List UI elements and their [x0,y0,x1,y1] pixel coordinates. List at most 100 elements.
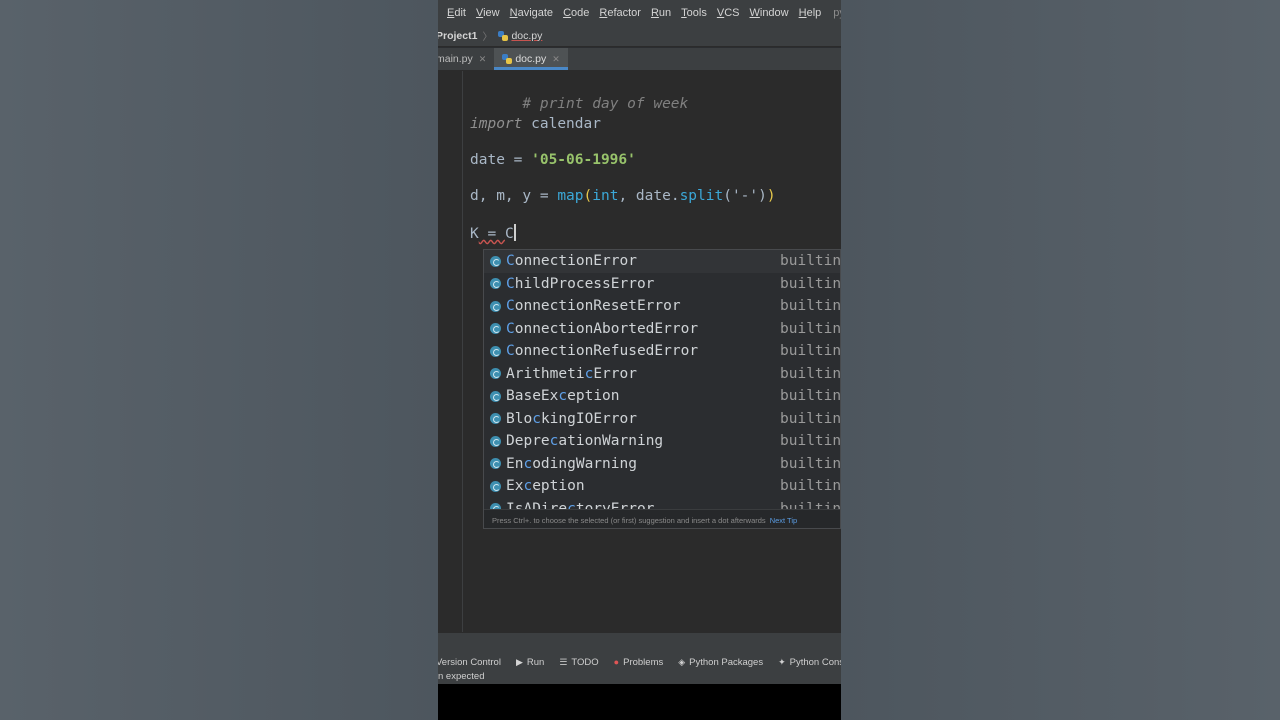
tool-label: Run [526,656,545,668]
class-icon [490,323,501,335]
completion-location: builtin [780,253,841,270]
completion-item[interactable]: BlockingIOError builtin [484,408,841,431]
completion-item[interactable]: ConnectionError builtin [484,250,841,273]
completion-item[interactable]: ConnectionResetError builtin [484,295,841,318]
completion-name: ConnectionRefusedError [506,343,699,360]
completion-location: builtin [780,343,841,360]
tab-main-py[interactable]: main.py ✕ [438,48,494,70]
breadcrumb-file[interactable]: doc.py [511,30,542,42]
completion-name: ChildProcessError [506,275,655,292]
menu-code[interactable]: Code [563,7,589,19]
assign-op: = [478,226,505,242]
completion-item[interactable]: BaseException builtin [484,385,841,408]
tool-version-control[interactable]: Version Control [438,657,501,668]
class-icon [490,390,501,402]
completion-location: builtin [780,275,841,292]
split-arg: ('-') [723,188,767,204]
code-line-4: d, m, y = map(int, date.split('-')) [470,188,776,204]
completion-location: builtin [780,433,841,450]
menu-edit[interactable]: Edit [447,7,466,19]
paren-close: ) [766,188,776,204]
bottom-letterbox [438,684,841,720]
menu-help[interactable]: Help [799,7,822,19]
close-icon[interactable]: ✕ [479,54,487,65]
chevron-right-icon: 〉 [482,32,493,43]
unpack-lhs: d, m, y = [470,188,558,204]
text-caret [513,224,516,241]
code-line-5: K = C [470,224,516,242]
completion-item[interactable]: ArithmeticError builtin [484,363,841,386]
completion-name: IsADirectoryError [506,500,655,509]
menu-vcs[interactable]: VCS [717,7,740,19]
completion-name: DeprecationWarning [506,433,664,450]
menu-run[interactable]: Run [651,7,671,19]
gutter-divider [462,71,463,632]
completion-name: EncodingWarning [506,455,637,472]
code-comment: # print day of week [522,96,689,112]
tool-label: Problems [623,656,664,668]
tool-label: Python Console [789,656,841,668]
completion-location: builtin [780,410,841,427]
breadcrumb-project[interactable]: Project1 [438,30,477,42]
menu-refactor[interactable]: Refactor [599,7,641,19]
completion-item[interactable]: Exception builtin [484,475,841,498]
tool-todo[interactable]: ☰ TODO [559,657,598,668]
completion-location: builtin [780,365,841,382]
completion-item[interactable]: EncodingWarning builtin [484,453,840,476]
completion-footer: Press Ctrl+. to choose the selected (or … [484,509,840,528]
error-icon: ● [613,657,620,667]
completion-name: BaseException [506,388,620,405]
completion-location: builtin [780,298,841,315]
completion-location: builtin [780,500,841,509]
paren-open: ( [583,188,593,204]
var-k: K [470,226,479,242]
tool-run[interactable]: ▶ Run [516,657,544,668]
completion-name: ArithmeticError [506,365,637,382]
completion-item[interactable]: ChildProcessError builtin [484,273,841,296]
class-icon [490,345,501,357]
python-file-icon [498,30,509,41]
completion-hint: Press Ctrl+. to choose the selected (or … [492,515,766,525]
python-console-icon: ✦ [778,656,786,667]
close-icon[interactable]: ✕ [552,54,560,65]
menu-navigate[interactable]: Navigate [510,7,553,19]
next-tip-link[interactable]: Next Tip [770,516,798,525]
tool-problems[interactable]: ● Problems [614,657,664,668]
code-line-2: import calendar [470,116,601,132]
completion-item[interactable]: ConnectionAbortedError builtin [484,318,841,341]
status-message: n expected [438,671,485,682]
completion-location: builtin [780,320,841,337]
menu-window[interactable]: Window [749,7,788,19]
completion-name: Exception [506,478,585,495]
completion-location: builtin [780,388,841,405]
module-name: calendar [531,116,601,132]
assign-date: date = [470,152,532,168]
keyword-import: import [470,116,523,132]
menu-view[interactable]: View [476,7,500,19]
builtin-int: int [592,188,619,204]
python-file-icon [502,54,513,64]
editor-tabs: main.py ✕ doc.py ✕ [438,48,841,71]
window-project-title: pytho [833,6,841,19]
class-icon [490,435,501,447]
tab-doc-py[interactable]: doc.py ✕ [494,48,569,70]
builtin-map: map [557,188,584,204]
completion-name: ConnectionError [506,253,637,270]
tool-python-console[interactable]: ✦ Python Console [778,657,841,668]
tool-window-bar: Version Control ▶ Run ☰ TODO ● Problems … [438,632,841,670]
completion-location: builtin [780,478,841,495]
completion-item[interactable]: ConnectionRefusedError builtin [484,340,841,363]
completion-item[interactable]: DeprecationWarning builtin [484,430,841,453]
date-attr: , date. [618,188,680,204]
class-icon [490,255,501,267]
tab-label: doc.py [515,53,547,65]
completion-list: ConnectionError builtin ChildProcessErro… [484,250,841,509]
class-icon [490,458,501,470]
code-line-3: date = '05-06-1996' [470,152,636,168]
menu-tools[interactable]: Tools [681,7,707,19]
method-split: split [679,188,724,204]
completion-item[interactable]: IsADirectoryError builtin [484,498,841,509]
tool-python-packages[interactable]: ◈ Python Packages [678,657,763,668]
completion-name: BlockingIOError [506,410,637,427]
status-bar: n expected [438,670,841,684]
